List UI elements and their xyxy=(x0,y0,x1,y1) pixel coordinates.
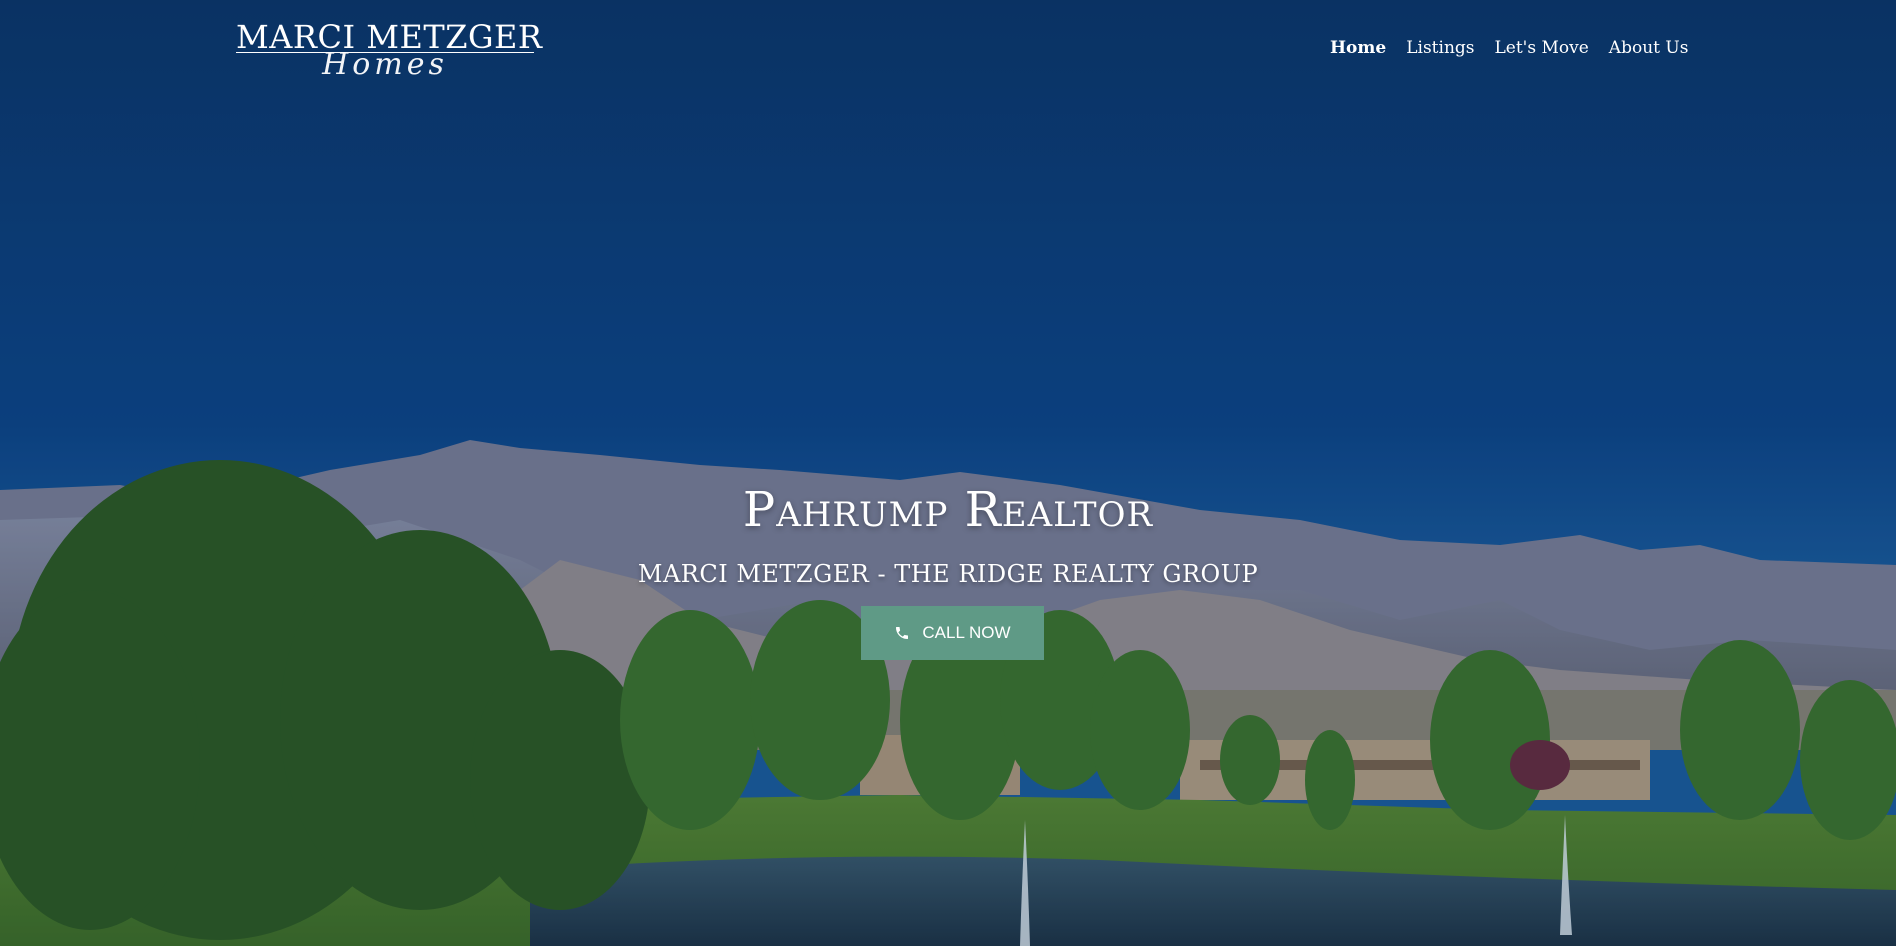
hero-subtitle: MARCI METZGER - THE RIDGE REALTY GROUP xyxy=(637,560,1259,588)
call-now-button[interactable]: CALL NOW xyxy=(861,606,1044,660)
hero-background-image xyxy=(0,0,1896,946)
nav-item-lets-move[interactable]: Let's Move xyxy=(1495,36,1589,60)
hero-section: MARCI METZGER Homes Home Listings Let's … xyxy=(0,0,1896,946)
main-nav: Home Listings Let's Move About Us xyxy=(1310,36,1688,60)
nav-item-home[interactable]: Home xyxy=(1330,36,1386,60)
phone-icon xyxy=(896,627,909,639)
nav-item-about-us[interactable]: About Us xyxy=(1609,36,1689,60)
logo-script-text: Homes xyxy=(322,47,448,82)
site-logo[interactable]: MARCI METZGER Homes xyxy=(236,18,542,82)
call-now-label: CALL NOW xyxy=(922,623,1011,642)
hero-title: Pahrump Realtor xyxy=(742,482,1154,538)
nav-item-listings[interactable]: Listings xyxy=(1406,36,1474,60)
